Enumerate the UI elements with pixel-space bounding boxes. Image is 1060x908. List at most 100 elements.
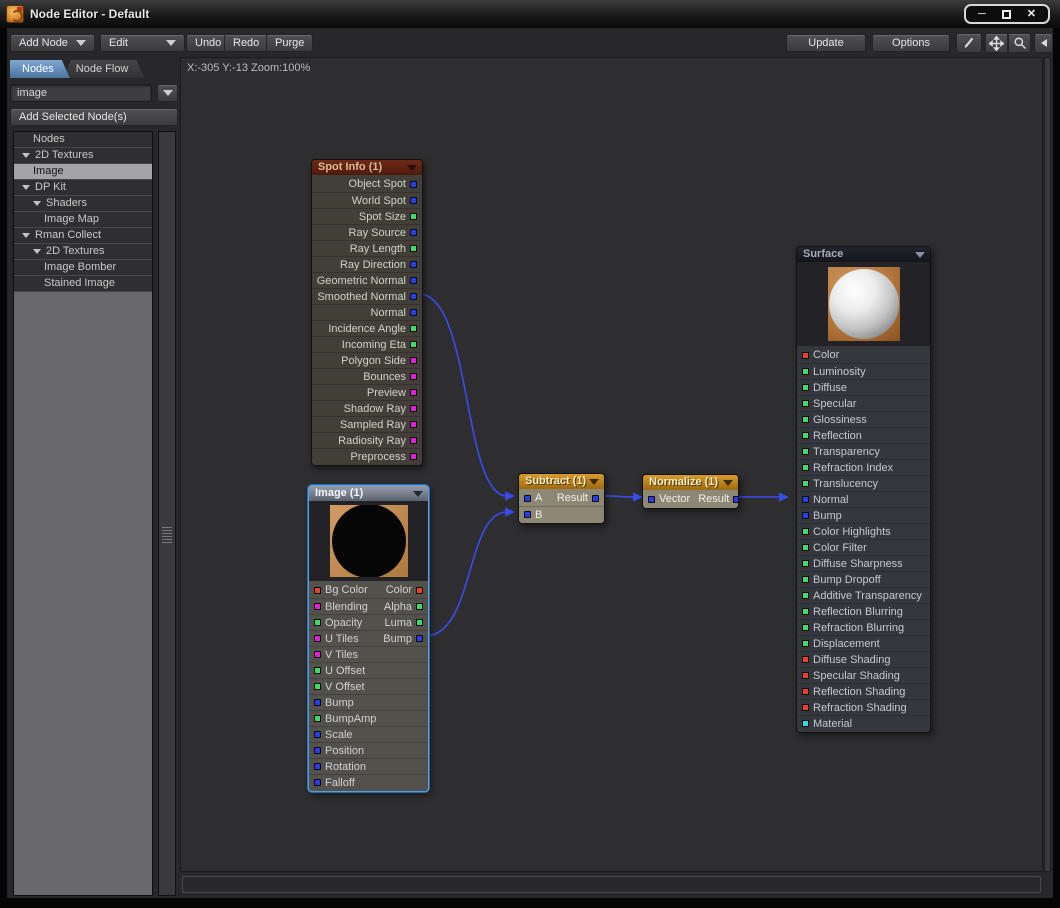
input-socket[interactable] xyxy=(314,731,321,738)
tab-nodes[interactable]: Nodes xyxy=(10,60,70,78)
node-subtract[interactable]: Subtract (1)AResultB xyxy=(518,473,605,524)
output-socket[interactable] xyxy=(410,197,417,204)
input-socket[interactable] xyxy=(802,400,809,407)
input-socket[interactable] xyxy=(314,763,321,770)
input-socket[interactable] xyxy=(802,528,809,535)
sidebar-item-dp-kit[interactable]: DP Kit xyxy=(14,180,152,196)
sidebar-item-image-bomber[interactable]: Image Bomber xyxy=(14,260,152,276)
input-socket[interactable] xyxy=(802,448,809,455)
output-socket[interactable] xyxy=(416,603,423,610)
pan-icon[interactable] xyxy=(985,33,1008,53)
output-socket[interactable] xyxy=(410,405,417,412)
input-socket[interactable] xyxy=(314,715,321,722)
node-menu-icon[interactable] xyxy=(589,479,599,485)
wire-subtract-1-result-to-normalize-1-vector[interactable] xyxy=(601,496,635,497)
node-menu-icon[interactable] xyxy=(407,165,417,171)
zoom-icon[interactable] xyxy=(1008,33,1031,53)
input-socket[interactable] xyxy=(802,608,809,615)
input-socket[interactable] xyxy=(802,576,809,583)
sidebar-item-image[interactable]: Image xyxy=(14,164,152,180)
input-socket[interactable] xyxy=(802,720,809,727)
input-socket[interactable] xyxy=(314,603,321,610)
close-button[interactable]: ✕ xyxy=(1027,6,1036,22)
input-socket[interactable] xyxy=(314,683,321,690)
output-socket[interactable] xyxy=(416,635,423,642)
minimize-button[interactable]: ─ xyxy=(978,6,986,22)
output-socket[interactable] xyxy=(410,373,417,380)
collapse-icon[interactable] xyxy=(1034,33,1053,53)
triangle-down-icon[interactable] xyxy=(22,153,30,158)
tab-node-flow[interactable]: Node Flow xyxy=(64,60,145,78)
scrollbar-grip[interactable] xyxy=(162,527,172,543)
node-surface[interactable]: SurfaceColorLuminosityDiffuseSpecularGlo… xyxy=(796,246,931,733)
input-socket[interactable] xyxy=(524,495,531,502)
output-socket[interactable] xyxy=(410,325,417,332)
purge-button[interactable]: Purge xyxy=(266,34,313,52)
input-socket[interactable] xyxy=(802,656,809,663)
input-socket[interactable] xyxy=(314,747,321,754)
node-header[interactable]: Surface xyxy=(797,247,930,262)
input-socket[interactable] xyxy=(314,779,321,786)
sidebar-item-nodes[interactable]: Nodes xyxy=(14,132,152,148)
node-menu-icon[interactable] xyxy=(413,491,423,497)
node-menu-icon[interactable] xyxy=(915,252,925,258)
output-socket[interactable] xyxy=(410,245,417,252)
input-socket[interactable] xyxy=(802,432,809,439)
node-normalize[interactable]: Normalize (1)VectorResult xyxy=(642,474,739,509)
input-socket[interactable] xyxy=(524,511,531,518)
input-socket[interactable] xyxy=(802,592,809,599)
search-dropdown-button[interactable] xyxy=(157,84,178,102)
canvas-vertical-scrollbar[interactable] xyxy=(1044,57,1051,872)
wire-spot-info-1-smoothed-normal-to-subtract-1-a[interactable] xyxy=(419,294,507,496)
input-socket[interactable] xyxy=(802,384,809,391)
input-socket[interactable] xyxy=(314,635,321,642)
node-header[interactable]: Normalize (1) xyxy=(643,475,738,490)
input-socket[interactable] xyxy=(802,544,809,551)
maximize-button[interactable] xyxy=(1002,10,1011,19)
input-socket[interactable] xyxy=(802,480,809,487)
edit-dropdown[interactable]: Edit xyxy=(100,34,185,52)
input-socket[interactable] xyxy=(802,624,809,631)
output-socket[interactable] xyxy=(410,453,417,460)
input-socket[interactable] xyxy=(802,672,809,679)
triangle-down-icon[interactable] xyxy=(22,185,30,190)
sidebar-scrollbar[interactable] xyxy=(158,131,176,896)
input-socket[interactable] xyxy=(314,667,321,674)
search-input[interactable] xyxy=(10,84,152,102)
update-button[interactable]: Update xyxy=(786,34,866,52)
output-socket[interactable] xyxy=(410,277,417,284)
input-socket[interactable] xyxy=(802,560,809,567)
title-bar[interactable]: Node Editor - Default ─✕ xyxy=(0,0,1060,28)
input-socket[interactable] xyxy=(802,368,809,375)
input-socket[interactable] xyxy=(314,699,321,706)
output-socket[interactable] xyxy=(410,309,417,316)
input-socket[interactable] xyxy=(314,651,321,658)
sidebar-item-2d-textures[interactable]: 2D Textures xyxy=(14,148,152,164)
output-socket[interactable] xyxy=(410,357,417,364)
triangle-down-icon[interactable] xyxy=(33,201,41,206)
input-socket[interactable] xyxy=(802,640,809,647)
input-socket[interactable] xyxy=(802,688,809,695)
node-canvas[interactable]: X:-305 Y:-13 Zoom:100% Spot Info (1)Obje… xyxy=(180,57,1043,872)
input-socket[interactable] xyxy=(802,464,809,471)
output-socket[interactable] xyxy=(410,437,417,444)
output-socket[interactable] xyxy=(410,213,417,220)
output-socket[interactable] xyxy=(416,619,423,626)
pen-icon[interactable] xyxy=(956,33,982,53)
sidebar-item-2d-textures[interactable]: 2D Textures xyxy=(14,244,152,260)
node-header[interactable]: Subtract (1) xyxy=(519,474,604,489)
output-socket[interactable] xyxy=(410,293,417,300)
input-socket[interactable] xyxy=(802,416,809,423)
node-image[interactable]: Image (1)Bg ColorColorBlendingAlphaOpaci… xyxy=(308,485,429,792)
wire-image-1-bump-to-subtract-1-b[interactable] xyxy=(425,512,507,636)
sidebar-item-image-map[interactable]: Image Map xyxy=(14,212,152,228)
sidebar-item-shaders[interactable]: Shaders xyxy=(14,196,152,212)
canvas-horizontal-scrollbar[interactable] xyxy=(182,876,1041,893)
node-menu-icon[interactable] xyxy=(723,480,733,486)
input-socket[interactable] xyxy=(648,496,655,503)
output-socket[interactable] xyxy=(410,181,417,188)
sidebar-item-rman-collect[interactable]: Rman Collect xyxy=(14,228,152,244)
input-socket[interactable] xyxy=(802,512,809,519)
input-socket[interactable] xyxy=(802,352,809,359)
output-socket[interactable] xyxy=(410,421,417,428)
